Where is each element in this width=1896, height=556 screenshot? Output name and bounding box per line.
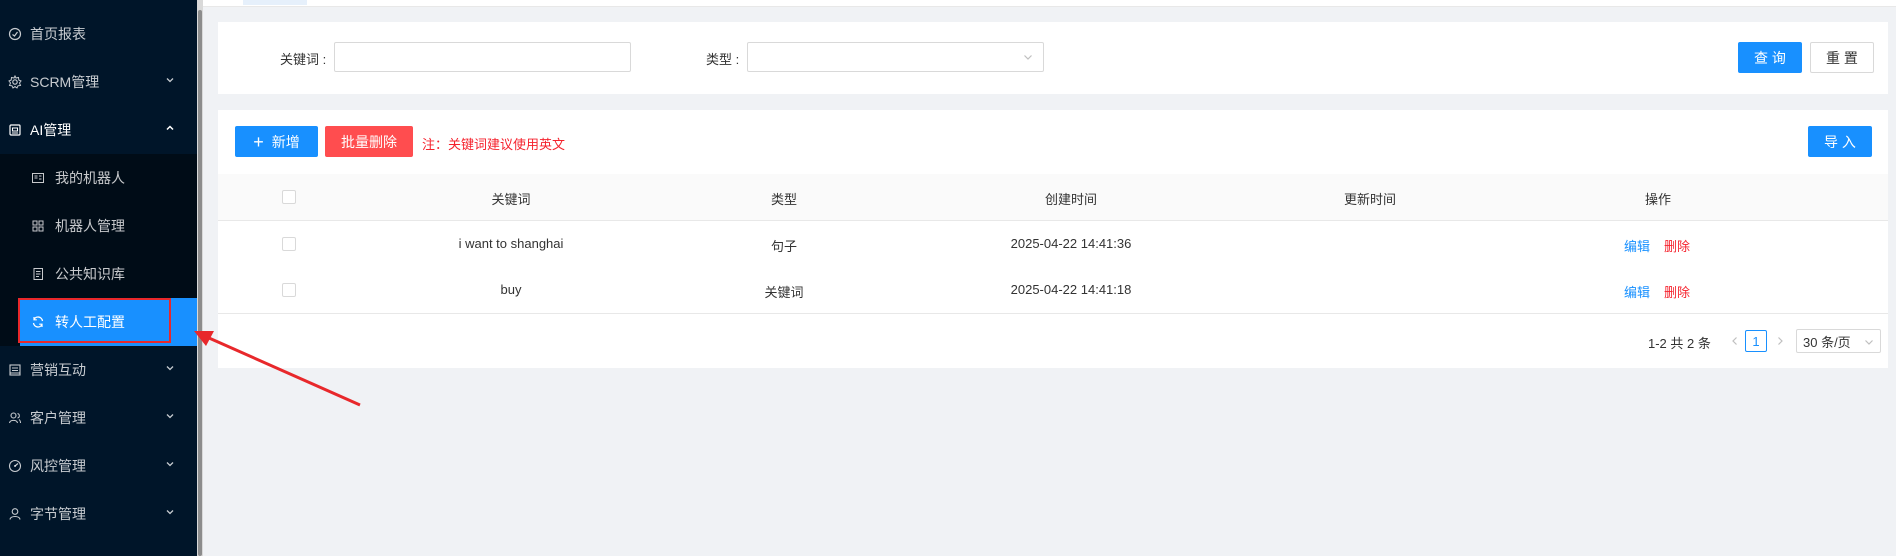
pagination-page-1[interactable]: 1	[1745, 330, 1767, 352]
plus-icon: +	[253, 131, 264, 152]
import-button-label: 导 入	[1824, 133, 1856, 150]
user-icon	[8, 507, 22, 521]
query-button-label: 查 询	[1754, 49, 1786, 66]
annotation-highlight-box	[18, 298, 171, 343]
sidebar-item-label: 风控管理	[30, 458, 86, 474]
chevron-down-icon	[1024, 55, 1032, 60]
sidebar-subitem-knowledge-base[interactable]: 公共知识库	[0, 250, 197, 298]
column-header-keyword: 关键词	[491, 192, 531, 207]
chevron-down-icon	[166, 510, 174, 515]
query-button[interactable]: 查 询	[1738, 42, 1802, 73]
sidebar-item-bytedance[interactable]: 字节管理	[0, 490, 197, 538]
edit-link[interactable]: 编辑	[1624, 282, 1650, 301]
cell-created: 2025-04-22 14:41:36	[1010, 236, 1132, 251]
sidebar-subitem-label: 公共知识库	[55, 266, 125, 282]
cell-keyword: buy	[500, 282, 522, 297]
cell-type: 关键词	[764, 285, 804, 300]
keyword-note: 注：关键词建议使用英文	[422, 137, 566, 152]
type-label: 类型 :	[706, 52, 740, 67]
batch-delete-button[interactable]: 批量删除	[325, 126, 413, 157]
type-select[interactable]	[747, 42, 1044, 72]
id-card-icon	[31, 171, 45, 185]
sidebar-subitem-label: 我的机器人	[55, 170, 125, 186]
keyword-label: 关键词 :	[280, 52, 327, 67]
sidebar-item-label: 首页报表	[30, 26, 86, 42]
row-checkbox[interactable]	[282, 237, 296, 251]
page-number: 1	[1752, 333, 1760, 349]
column-header-type: 类型	[770, 192, 798, 207]
batch-delete-label: 批量删除	[341, 133, 397, 150]
table-header: 关键词 类型 创建时间 更新时间 操作	[218, 174, 1888, 221]
chevron-down-icon	[166, 78, 174, 83]
active-tab[interactable]	[243, 0, 307, 5]
sidebar-item-label: 客户管理	[30, 410, 86, 426]
tab-strip	[203, 0, 1896, 7]
sidebar-item-customers[interactable]: 客户管理	[0, 394, 197, 442]
cell-created: 2025-04-22 14:41:18	[1010, 282, 1132, 297]
grid-icon	[31, 219, 45, 233]
pagination-total: 1-2 共 2 条	[1648, 336, 1711, 351]
column-header-created: 创建时间	[1044, 192, 1098, 207]
sidebar-item-marketing[interactable]: 营销互动	[0, 346, 197, 394]
sidebar-scrollbar-thumb[interactable]	[198, 10, 202, 556]
chevron-up-icon	[166, 125, 174, 131]
add-button-label: 新增	[271, 133, 300, 150]
keyword-input[interactable]	[334, 42, 631, 72]
dashboard-icon	[8, 27, 22, 41]
sidebar-item-ai[interactable]: AI管理	[0, 106, 197, 154]
select-all-checkbox[interactable]	[282, 190, 296, 204]
book-icon	[31, 267, 45, 281]
gear-icon	[8, 75, 22, 89]
chevron-left-icon[interactable]	[1730, 336, 1740, 346]
row-checkbox[interactable]	[282, 283, 296, 297]
column-header-updated: 更新时间	[1343, 192, 1397, 207]
import-button[interactable]: 导 入	[1808, 126, 1872, 157]
cell-type: 句子	[770, 239, 798, 254]
sidebar: 首页报表 SCRM管理 AI管理 我的机器人 机器人管理 公共知识库 转人工配置…	[0, 0, 197, 556]
chevron-down-icon	[1865, 340, 1873, 345]
chevron-down-icon	[166, 366, 174, 371]
main-content: 关键词 : 类型 : 查 询 重 置 + 新增 批量删除 注：关键词建议使用英文…	[203, 0, 1896, 556]
sidebar-item-label: SCRM管理	[30, 74, 100, 90]
sidebar-item-label: AI管理	[30, 122, 72, 138]
cell-keyword: i want to shanghai	[458, 236, 564, 251]
table-row: buy 关键词 2025-04-22 14:41:18 编辑 删除	[218, 267, 1888, 314]
sidebar-item-dashboard[interactable]: 首页报表	[0, 10, 197, 58]
gauge-icon	[8, 459, 22, 473]
page-size-select[interactable]: 30 条/页	[1796, 329, 1881, 353]
page-size-value: 30 条/页	[1803, 334, 1851, 350]
add-button[interactable]: + 新增	[235, 126, 318, 157]
users-icon	[8, 411, 22, 425]
marketing-icon	[8, 363, 22, 377]
sidebar-item-label: 营销互动	[30, 362, 86, 378]
chevron-down-icon	[166, 414, 174, 419]
chevron-right-icon[interactable]	[1775, 336, 1785, 346]
table-row: i want to shanghai 句子 2025-04-22 14:41:3…	[218, 221, 1888, 268]
search-panel: 关键词 : 类型 : 查 询 重 置	[218, 22, 1888, 94]
sidebar-subitem-my-robots[interactable]: 我的机器人	[0, 154, 197, 202]
column-header-actions: 操作	[1644, 192, 1672, 207]
reset-button-label: 重 置	[1826, 49, 1858, 66]
sidebar-item-risk[interactable]: 风控管理	[0, 442, 197, 490]
delete-link[interactable]: 删除	[1664, 236, 1690, 255]
chevron-down-icon	[166, 462, 174, 467]
delete-link[interactable]: 删除	[1664, 282, 1690, 301]
sidebar-item-scrm[interactable]: SCRM管理	[0, 58, 197, 106]
reset-button[interactable]: 重 置	[1810, 42, 1874, 73]
sidebar-subitem-label: 机器人管理	[55, 218, 125, 234]
table-panel: + 新增 批量删除 注：关键词建议使用英文 导 入 关键词 类型 创建时间 更新…	[218, 110, 1888, 368]
robot-icon	[8, 123, 22, 137]
edit-link[interactable]: 编辑	[1624, 236, 1650, 255]
sidebar-subitem-robot-management[interactable]: 机器人管理	[0, 202, 197, 250]
sidebar-item-label: 字节管理	[30, 506, 86, 522]
